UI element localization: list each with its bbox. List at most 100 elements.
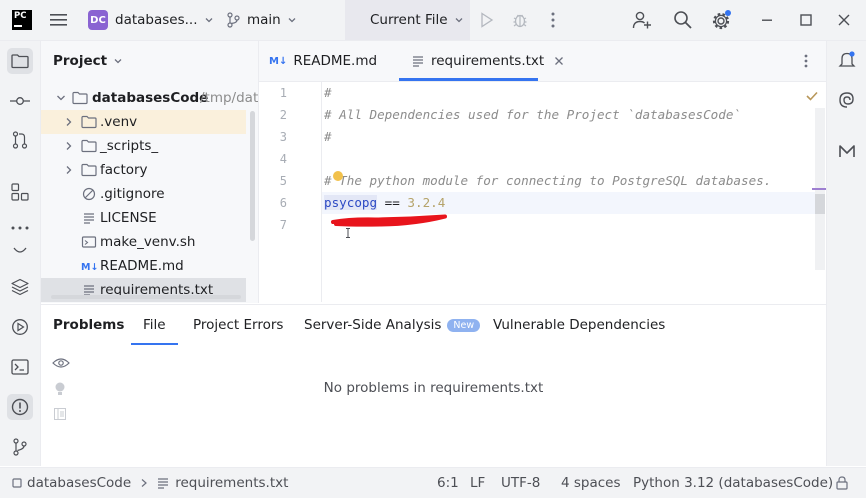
search-icon[interactable] — [673, 10, 693, 30]
main-menu-icon[interactable] — [50, 13, 68, 27]
breadcrumb-file[interactable]: requirements.txt — [175, 475, 288, 491]
close-window-button[interactable] — [836, 12, 852, 28]
app-logo[interactable]: PC — [12, 10, 32, 30]
ai-spiral-icon — [838, 91, 856, 109]
expanded-arrow-icon[interactable] — [56, 93, 66, 103]
chevron-down-icon — [113, 56, 123, 66]
tab-project-errors[interactable]: Project Errors — [193, 305, 283, 345]
eye-icon[interactable] — [52, 357, 70, 369]
line-number: 2 — [279, 108, 287, 122]
empty-problems-message: No problems in requirements.txt — [323, 380, 544, 396]
shell-file-icon — [81, 234, 97, 250]
breadcrumb-project[interactable]: databasesCode — [27, 475, 131, 491]
tab-readme[interactable]: M↓ README.md — [269, 41, 377, 81]
app-logo-text: PC — [14, 11, 27, 21]
no-problems-checkmark-icon[interactable] — [806, 91, 818, 101]
git-tool-button[interactable] — [7, 434, 33, 460]
markdown-file-icon: M↓ — [81, 258, 98, 274]
tree-item[interactable]: _scripts_ — [41, 134, 246, 158]
tree-item[interactable]: M↓ README.md — [41, 254, 246, 278]
text-file-icon — [412, 55, 424, 67]
markdown-preview-tool-button[interactable] — [834, 138, 860, 164]
more-tool-windows-icon[interactable] — [7, 218, 33, 238]
branch-icon — [226, 12, 240, 28]
tree-item[interactable]: .venv — [41, 110, 246, 134]
tab-requirements[interactable]: requirements.txt — [399, 41, 564, 81]
problems-tool-button[interactable] — [7, 394, 33, 420]
layers-tool-button[interactable] — [7, 274, 33, 300]
chevron-right-icon — [140, 478, 148, 488]
package-name: psycopg — [324, 195, 378, 210]
text-file-icon — [81, 210, 97, 226]
tree-root-name: databasesCode — [92, 90, 209, 106]
file-encoding[interactable]: UTF-8 — [501, 468, 540, 498]
markdown-m-icon — [838, 143, 856, 159]
module-icon — [12, 478, 22, 488]
commit-tool-button[interactable] — [7, 88, 33, 114]
line-number: 7 — [279, 218, 287, 232]
line-number: 1 — [279, 86, 287, 100]
tree-item[interactable]: make_venv.sh — [41, 230, 246, 254]
preview-icon[interactable] — [54, 408, 66, 420]
tree-item-label: .venv — [100, 114, 138, 130]
run-config-selector[interactable]: Current File — [370, 0, 464, 40]
collapsed-arrow-icon[interactable] — [64, 117, 74, 127]
editor-scrollbar-thumb[interactable] — [815, 194, 825, 214]
tree-item-label: .gitignore — [100, 186, 165, 202]
tree-root-row[interactable]: databasesCode /tmp/data — [41, 86, 258, 110]
collapsed-arrow-icon[interactable] — [64, 165, 74, 175]
editor-tab-bar: M↓ README.md requirements.txt — [259, 41, 826, 82]
ai-assistant-tool-button[interactable] — [834, 87, 860, 113]
problems-panel: Problems File Project Errors Server-Side… — [41, 304, 826, 467]
tree-item[interactable]: LICENSE — [41, 206, 246, 230]
caret-position[interactable]: 6:1 — [437, 468, 459, 498]
project-panel: Project databasesCode /tmp/data .venv _sc… — [41, 41, 259, 303]
pull-requests-tool-button[interactable] — [7, 127, 33, 153]
problems-icon — [11, 398, 29, 416]
folder-icon — [81, 114, 97, 130]
tab-server-side-analysis[interactable]: Server-Side Analysis New — [304, 305, 481, 345]
project-panel-title[interactable]: Project — [53, 53, 123, 69]
minimize-button[interactable] — [759, 12, 775, 28]
project-widget[interactable]: DC databases... — [88, 0, 214, 40]
chevron-down-icon — [204, 15, 214, 25]
right-tool-strip — [826, 41, 866, 466]
tab-vulnerable-dependencies[interactable]: Vulnerable Dependencies — [493, 305, 665, 345]
close-tab-icon[interactable] — [554, 56, 564, 66]
git-branch-icon — [12, 438, 28, 456]
branch-name: main — [247, 12, 281, 28]
horizontal-scrollbar[interactable] — [51, 295, 241, 299]
svg-text:M↓: M↓ — [81, 262, 98, 273]
version-operator: == — [377, 195, 408, 210]
intention-bulb-icon[interactable] — [332, 170, 344, 182]
maximize-button[interactable] — [798, 12, 814, 28]
services-tool-button[interactable] — [7, 314, 33, 340]
debug-icon[interactable] — [511, 11, 529, 29]
project-tool-button[interactable] — [7, 48, 33, 74]
tab-options-icon[interactable] — [804, 54, 808, 68]
python-interpreter[interactable]: Python 3.12 (databasesCode) — [633, 468, 833, 498]
settings-gear-icon[interactable] — [711, 9, 733, 31]
line-ending[interactable]: LF — [470, 468, 485, 498]
notifications-tool-button[interactable] — [834, 47, 860, 73]
run-icon[interactable] — [480, 12, 494, 28]
project-scrollbar[interactable] — [250, 111, 255, 241]
add-user-icon[interactable] — [632, 10, 652, 30]
tree-item[interactable]: factory — [41, 158, 246, 182]
structure-tool-button[interactable] — [7, 179, 33, 205]
indent-setting[interactable]: 4 spaces — [561, 468, 621, 498]
code-editor[interactable]: # # All Dependencies used for the Projec… — [322, 82, 818, 302]
collapsed-arrow-icon[interactable] — [64, 141, 74, 151]
text-file-icon — [157, 477, 169, 489]
markdown-file-icon: M↓ — [269, 55, 288, 67]
tab-file[interactable]: File — [131, 305, 177, 345]
pull-request-icon — [12, 131, 28, 149]
python-packages-tool-button[interactable] — [7, 241, 33, 261]
lock-icon[interactable] — [836, 468, 848, 498]
more-actions-icon[interactable] — [551, 11, 555, 29]
layers-icon — [11, 278, 29, 296]
terminal-tool-button[interactable] — [7, 354, 33, 380]
vcs-branch-widget[interactable]: main — [226, 0, 297, 40]
folder-icon — [81, 138, 97, 154]
tree-item[interactable]: .gitignore — [41, 182, 246, 206]
